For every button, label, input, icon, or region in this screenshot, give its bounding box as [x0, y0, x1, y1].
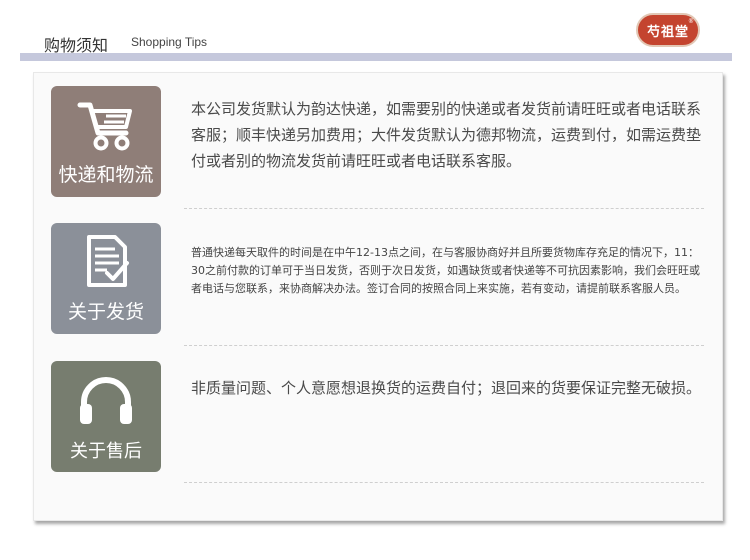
divider	[184, 482, 704, 483]
tile-shipping: 快递和物流	[51, 86, 161, 197]
section-text-after-sales: 非质量问题、个人意愿想退换货的运费自付；退回来的货要保证完整无破损。	[191, 379, 702, 397]
section-text-delivery: 普通快递每天取件的时间是在中午12-13点之间，在与客服协商好并且所要货物库存充…	[191, 246, 700, 295]
section-text-shipping: 本公司发货默认为韵达快递，如需要别的快递或者发货前请旺旺或者电话联系客服；顺丰快…	[191, 100, 702, 170]
tile-delivery: 关于发货	[51, 223, 161, 334]
page-subtitle: Shopping Tips	[131, 35, 208, 49]
shopping-cart-icon	[51, 94, 161, 156]
tile-label: 关于发货	[67, 301, 144, 323]
header-bar	[20, 53, 732, 61]
headphones-icon	[51, 369, 161, 431]
brand-logo-text: 芍祖堂	[646, 24, 689, 40]
registered-mark: ®	[688, 18, 695, 25]
divider	[184, 208, 704, 209]
brand-logo: 芍祖堂 ®	[636, 13, 700, 47]
divider	[184, 345, 704, 346]
tile-label: 关于售后	[70, 441, 142, 462]
tile-after-sales: 关于售后	[51, 361, 161, 472]
tile-label: 快递和物流	[58, 164, 154, 186]
document-check-icon	[51, 231, 161, 293]
